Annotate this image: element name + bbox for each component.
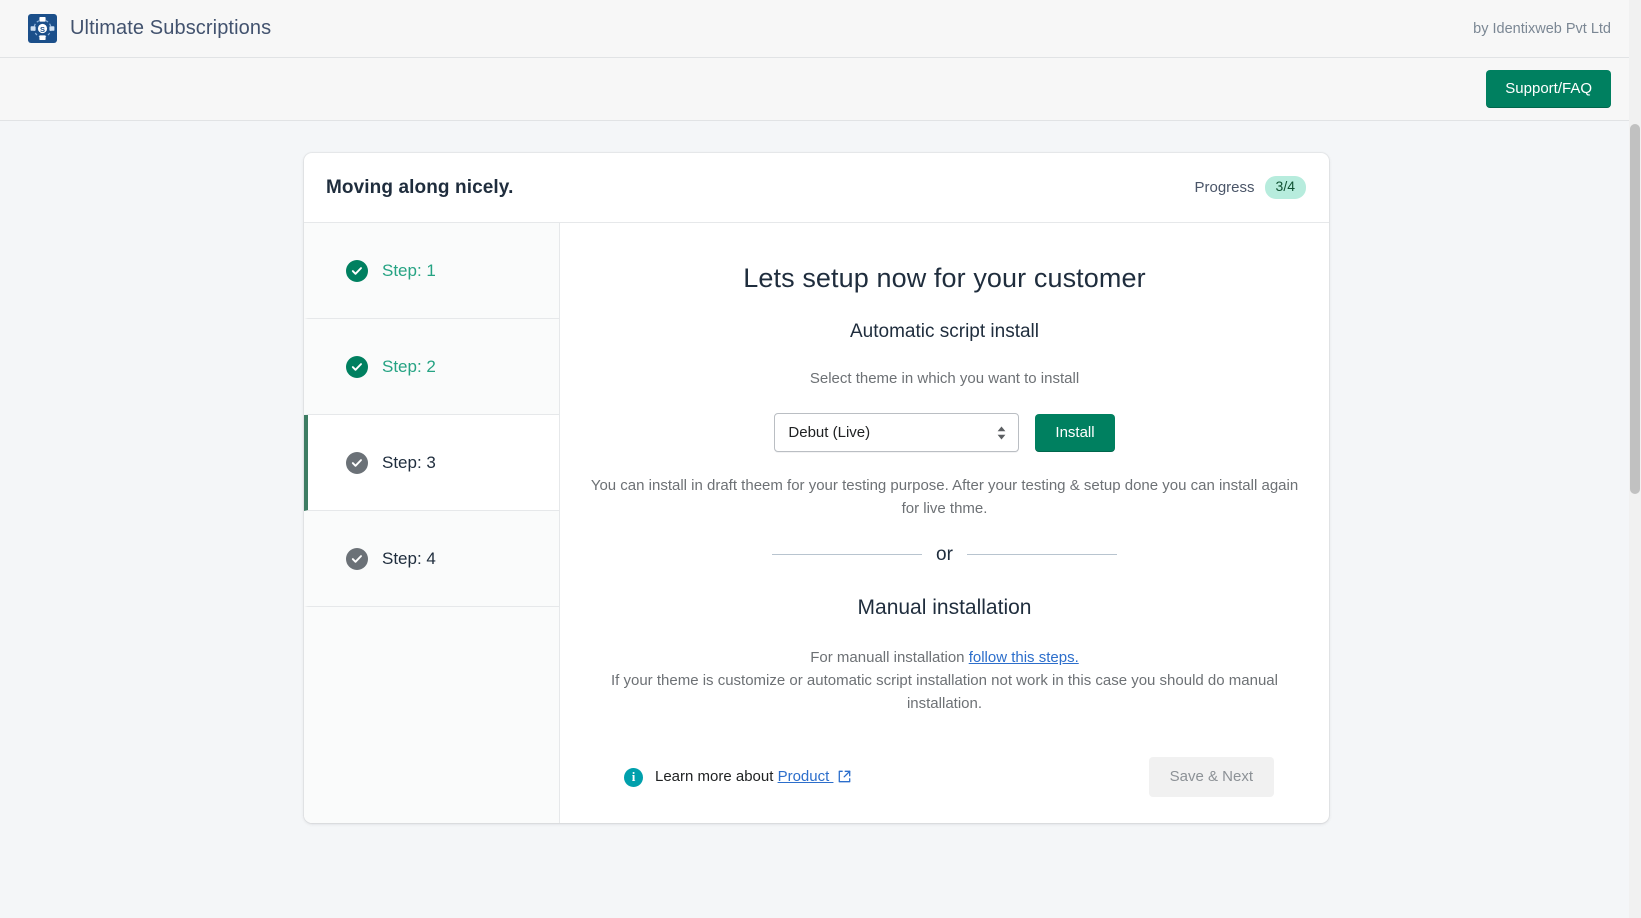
card-body: Step: 1 Step: 2 Step: 3 Step: 4 Lets set… bbox=[304, 223, 1329, 824]
manual-note-prefix: For manuall installation bbox=[810, 648, 969, 666]
status-badge: 3/4 bbox=[1264, 176, 1306, 199]
sidebar-item-label: Step: 3 bbox=[382, 452, 436, 472]
brand: S Ultimate Subscriptions bbox=[28, 14, 271, 43]
check-circle-icon bbox=[346, 547, 368, 570]
sidebar-item-step-3[interactable]: Step: 3 bbox=[304, 415, 559, 511]
panel-heading: Lets setup now for your customer bbox=[743, 263, 1146, 293]
learn-more-text: Learn more about Product bbox=[655, 768, 851, 787]
theme-select-hint: Select theme in which you want to instal… bbox=[809, 370, 1080, 387]
divider-line-left bbox=[772, 554, 923, 555]
chevron-updown-icon bbox=[996, 425, 1007, 441]
learn-more-group: i Learn more about Product bbox=[624, 767, 851, 787]
check-circle-icon bbox=[346, 355, 368, 378]
manual-install-heading: Manual installation bbox=[857, 595, 1032, 619]
automatic-install-heading: Automatic script install bbox=[849, 321, 1039, 342]
vendor-byline: by Identixweb Pvt Ltd bbox=[1473, 20, 1611, 37]
or-label: or bbox=[936, 543, 953, 565]
save-next-button[interactable]: Save & Next bbox=[1148, 757, 1274, 798]
progress-label: Progress bbox=[1194, 178, 1255, 196]
sidebar-item-label: Step: 1 bbox=[382, 260, 436, 280]
manual-install-note: For manuall installation follow this ste… bbox=[592, 646, 1297, 716]
steps-sidebar: Step: 1 Step: 2 Step: 3 Step: 4 bbox=[304, 223, 560, 824]
sidebar-item-step-1[interactable]: Step: 1 bbox=[304, 223, 559, 319]
install-controls: Debut (Live) Install bbox=[582, 413, 1307, 452]
install-button[interactable]: Install bbox=[1035, 413, 1115, 452]
sidebar-item-label: Step: 2 bbox=[382, 356, 436, 376]
external-link-icon[interactable] bbox=[838, 770, 851, 787]
panel-footer: i Learn more about Product Save & Next bbox=[582, 757, 1307, 823]
divider-line-right bbox=[966, 554, 1117, 555]
scrollbar-thumb[interactable] bbox=[1630, 124, 1640, 494]
learn-more-prefix: Learn more about bbox=[655, 767, 778, 785]
setup-panel: Lets setup now for your customer Automat… bbox=[560, 223, 1329, 823]
subscription-logo-icon: S bbox=[28, 14, 57, 43]
theme-select[interactable]: Debut (Live) bbox=[774, 413, 1020, 452]
page-title: Moving along nicely. bbox=[326, 176, 514, 198]
info-icon: i bbox=[624, 767, 643, 787]
svg-text:S: S bbox=[40, 25, 45, 34]
support-faq-button[interactable]: Support/FAQ bbox=[1486, 70, 1611, 108]
card-header: Moving along nicely. Progress 3/4 bbox=[304, 153, 1329, 223]
or-divider: or bbox=[582, 544, 1307, 566]
install-note: You can install in draft theem for your … bbox=[590, 477, 1299, 518]
check-circle-icon bbox=[346, 451, 368, 474]
follow-steps-link[interactable]: follow this steps. bbox=[969, 649, 1079, 666]
action-bar: Support/FAQ bbox=[0, 58, 1641, 121]
page-scrollbar[interactable] bbox=[1629, 0, 1641, 918]
sidebar-item-step-2[interactable]: Step: 2 bbox=[304, 319, 559, 415]
sidebar-item-step-4[interactable]: Step: 4 bbox=[304, 511, 559, 607]
progress-indicator: Progress 3/4 bbox=[1194, 176, 1306, 199]
app-name: Ultimate Subscriptions bbox=[70, 17, 272, 39]
product-link[interactable]: Product bbox=[778, 768, 834, 785]
check-circle-icon bbox=[346, 259, 368, 282]
manual-note-line2: If your theme is customize or automatic … bbox=[611, 671, 1278, 712]
setup-card: Moving along nicely. Progress 3/4 Step: … bbox=[304, 153, 1329, 824]
theme-select-value: Debut (Live) bbox=[788, 424, 871, 441]
app-top-bar: S Ultimate Subscriptions by Identixweb P… bbox=[0, 0, 1641, 58]
sidebar-item-label: Step: 4 bbox=[382, 548, 436, 568]
page-content: Moving along nicely. Progress 3/4 Step: … bbox=[0, 121, 1641, 918]
steps-filler bbox=[304, 607, 559, 778]
